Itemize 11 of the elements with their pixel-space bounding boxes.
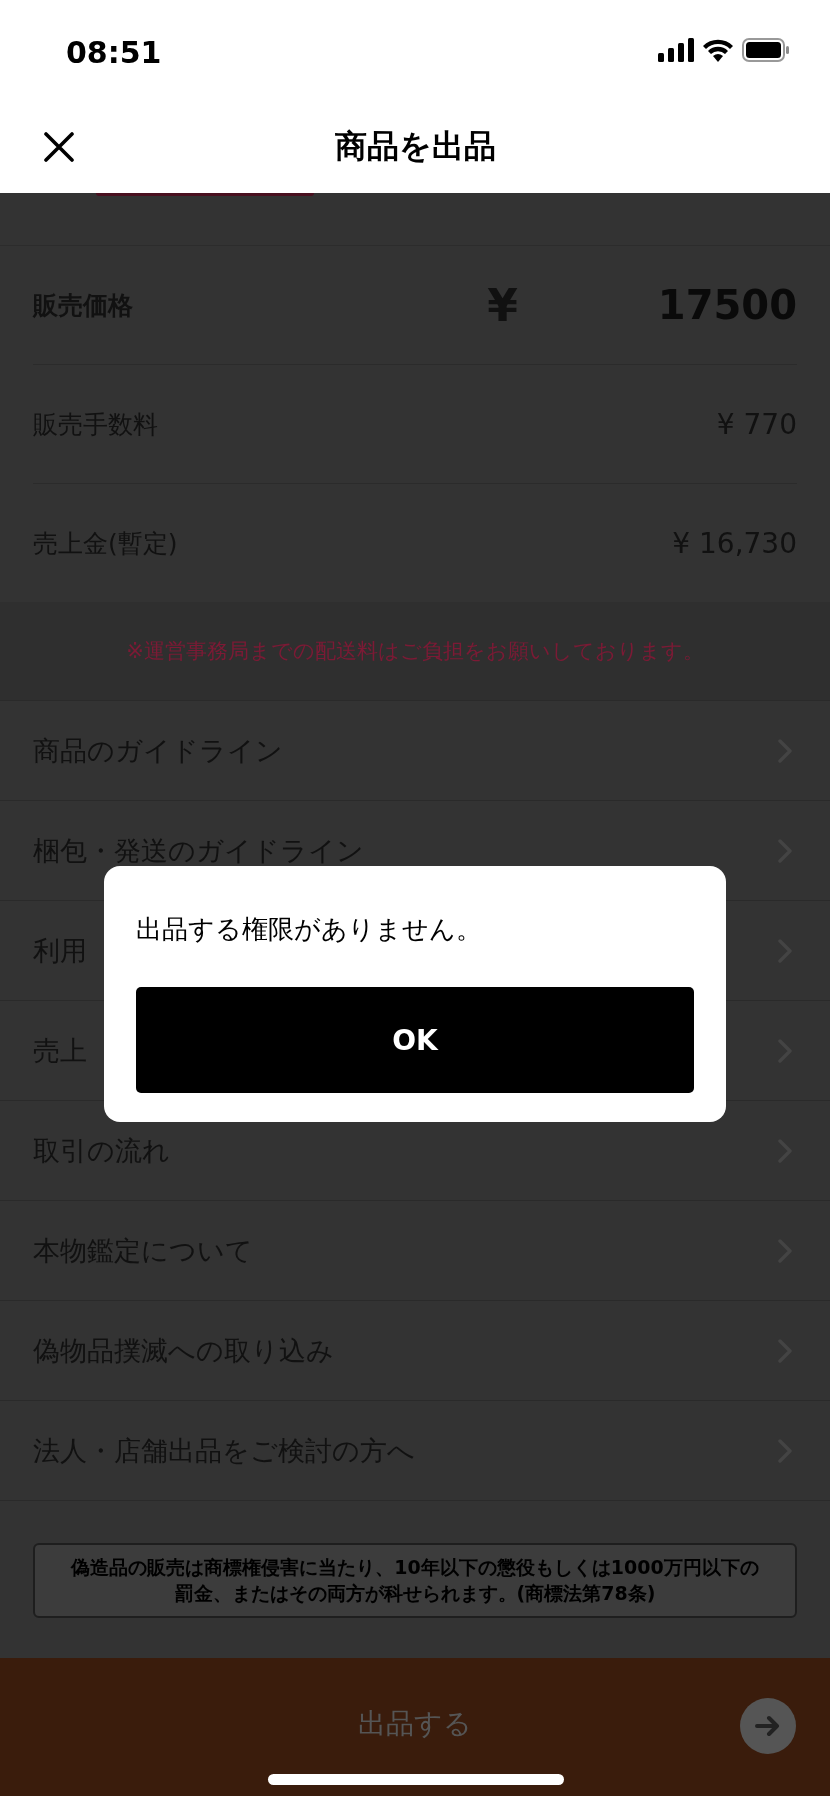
screen-title: 商品を出品: [334, 125, 496, 167]
dialog-message: 出品する権限がありません。: [136, 913, 483, 946]
ok-button[interactable]: OK: [136, 987, 694, 1093]
signal-icon: [658, 38, 694, 62]
shipping-notice: ※運営事務局までの配送料はご負担をお願いしております。: [126, 638, 704, 665]
battery-icon: [742, 38, 790, 62]
currency-sign: ¥: [487, 279, 518, 331]
legal-disclaimer: 偽造品の販売は商標権侵害に当たり、10年以下の懲役もしくは1000万円以下の罰金、またはその両方が科せられます。(商標法第78条): [33, 1543, 797, 1619]
status-time: 08:51: [66, 34, 162, 70]
wifi-icon: [702, 38, 734, 62]
close-icon[interactable]: [44, 132, 74, 162]
